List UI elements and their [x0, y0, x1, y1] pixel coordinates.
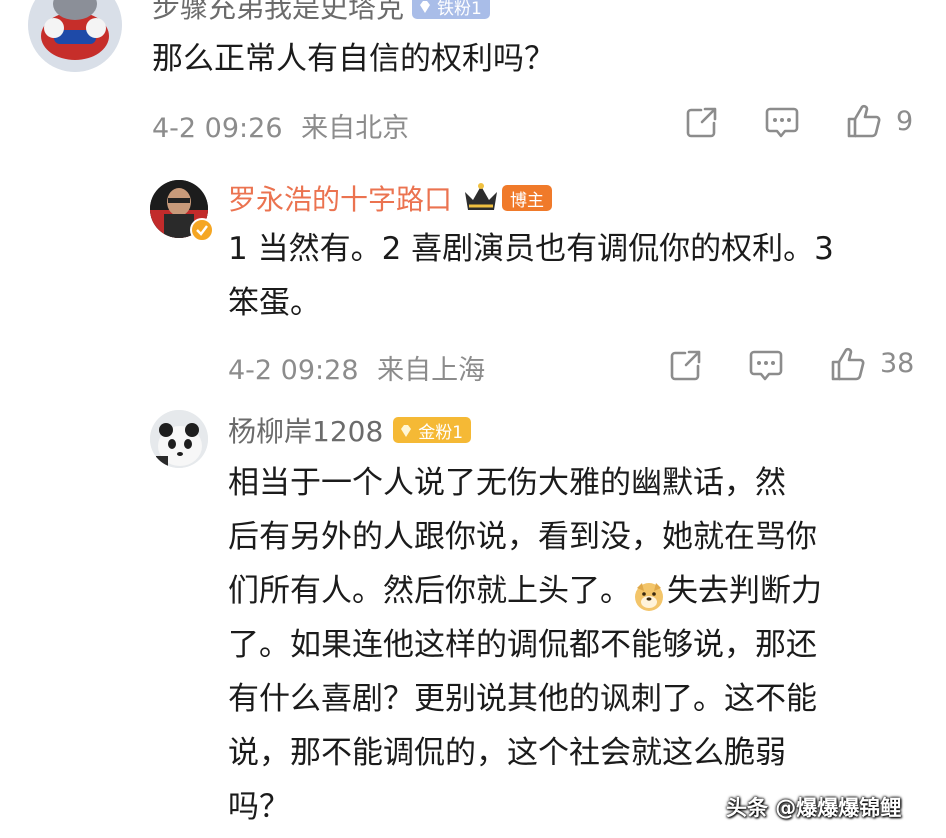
comment-line: 1 当然有。2 喜剧演员也有调侃你的权利。3 — [228, 231, 834, 267]
like-icon[interactable] — [830, 347, 866, 383]
badge-label: 铁粉1 — [437, 0, 482, 19]
comment-icon[interactable] — [748, 347, 784, 383]
doge-emoji — [633, 575, 665, 611]
timestamp: 4-2 09:28 — [228, 355, 359, 386]
comment-text: 1 当然有。2 喜剧演员也有调侃你的权利。3 笨蛋。 — [228, 222, 928, 330]
comment-text: 那么正常人有自信的权利吗？ — [152, 41, 555, 77]
badge-label: 金粉1 — [418, 422, 464, 443]
crown-icon — [462, 182, 500, 214]
avatar[interactable] — [28, 0, 122, 72]
comment-header: 杨柳岸1208 金粉1 — [228, 410, 472, 450]
like-icon[interactable] — [846, 104, 882, 140]
comment-line: 笨蛋。 — [228, 285, 321, 321]
comment-line: 有什么喜剧？更别说其他的讽刺了。这不能 — [228, 681, 817, 717]
comment-line: 们所有人。然后你就上头了。 失去判断力 — [228, 564, 928, 618]
comment-text: 相当于一个人说了无伤大雅的幽默话，然 后有另外的人跟你说，看到没，她就在骂你 们… — [228, 456, 928, 834]
verified-badge-icon — [190, 218, 214, 242]
username[interactable]: 杨柳岸1208 — [228, 410, 383, 450]
comment-line: 后有另外的人跟你说，看到没，她就在骂你 — [228, 519, 817, 555]
username[interactable]: 步骤充弟我是史塔克 — [152, 0, 404, 26]
comment-line-part: 们所有人。然后你就上头了。 — [228, 573, 631, 609]
comment-icon[interactable] — [764, 104, 800, 140]
username[interactable]: 罗永浩的十字路口 — [228, 178, 452, 218]
fan-badge: 金粉1 — [393, 417, 472, 443]
comment-header: 罗永浩的十字路口 博主 — [228, 178, 553, 218]
blogger-badge: 博主 — [502, 185, 553, 211]
watermark: 头条 @爆爆爆锦鲤 — [726, 796, 902, 820]
comment-header: 步骤充弟我是史塔克 铁粉1 — [152, 0, 490, 26]
share-icon[interactable] — [684, 104, 720, 140]
comment-meta: 4-2 09:28 来自上海 — [228, 348, 485, 387]
like-count: 38 — [880, 348, 915, 379]
comment-line: 说，那不能调侃的，这个社会就这么脆弱 — [228, 735, 786, 771]
comment-line: 相当于一个人说了无伤大雅的幽默话，然 — [228, 465, 786, 501]
avatar[interactable] — [150, 410, 208, 468]
timestamp: 4-2 09:26 — [152, 113, 283, 144]
comment-line-part: 失去判断力 — [667, 573, 822, 609]
comment-meta: 4-2 09:26 来自北京 — [152, 106, 409, 145]
diamond-icon — [399, 423, 413, 437]
fan-badge: 铁粉1 — [412, 0, 490, 19]
location: 来自上海 — [377, 355, 486, 386]
diamond-icon — [418, 0, 432, 13]
share-icon[interactable] — [668, 347, 704, 383]
like-count: 9 — [896, 106, 914, 137]
location: 来自北京 — [301, 113, 410, 144]
comment-line: 了。如果连他这样的调侃都不能够说，那还 — [228, 627, 817, 663]
